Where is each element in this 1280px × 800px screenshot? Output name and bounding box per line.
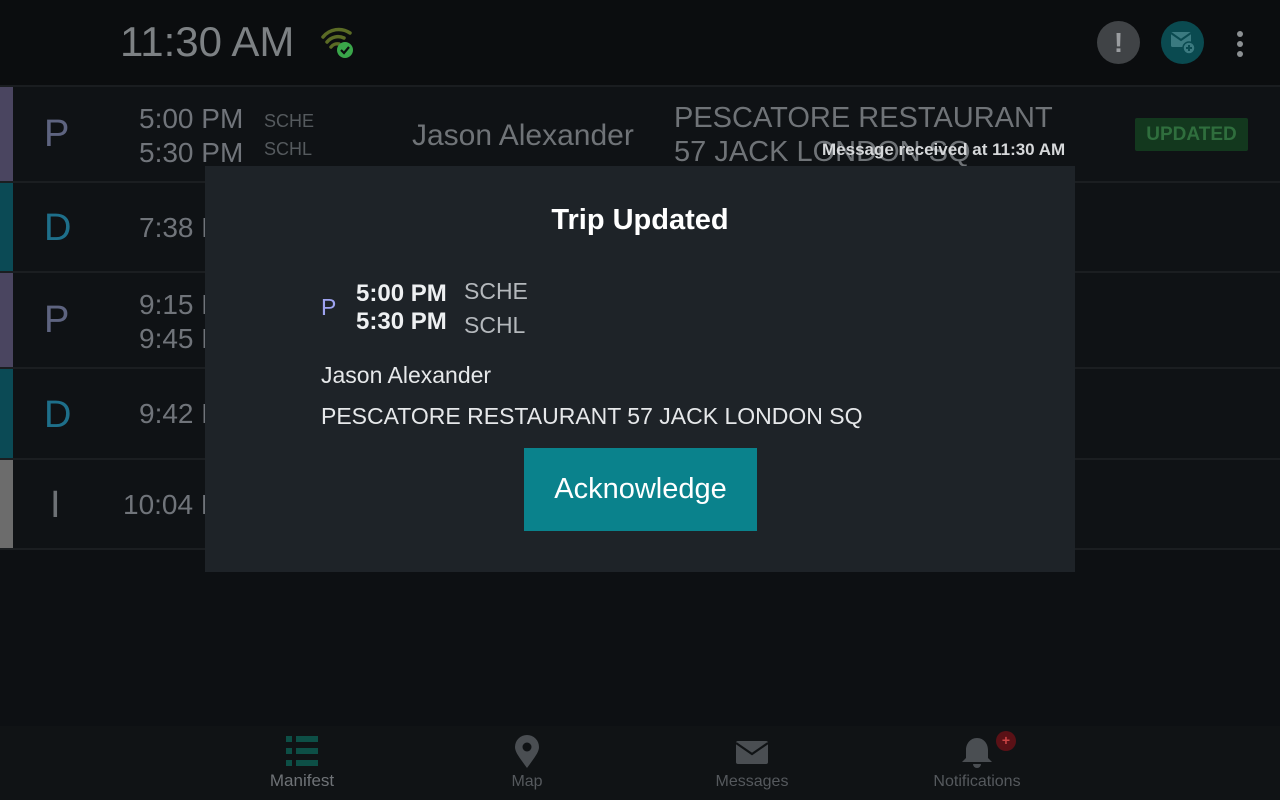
nav-label: Messages	[715, 773, 789, 790]
nav-label: Manifest	[269, 771, 335, 790]
dialog-trip-type: P	[321, 294, 337, 320]
nav-manifest[interactable]: Manifest	[222, 726, 382, 800]
trip-type-stripe	[0, 183, 13, 271]
dialog-time-start: 5:00 PM	[356, 280, 447, 307]
trip-updated-dialog: Trip Updated P 5:00 PM 5:30 PM SCHE SCHL…	[205, 166, 1075, 572]
envelope-icon	[735, 741, 769, 764]
nav-label: Notifications	[933, 773, 1021, 790]
dialog-address: PESCATORE RESTAURANT 57 JACK LONDON SQ	[321, 403, 863, 429]
mail-add-icon	[1170, 32, 1196, 55]
bell-icon	[962, 738, 992, 768]
wifi-connected-icon	[321, 27, 353, 58]
updated-badge: UPDATED	[1135, 118, 1248, 151]
list-icon	[286, 736, 318, 766]
trip-type-stripe	[0, 460, 13, 548]
acknowledge-button[interactable]: Acknowledge	[524, 448, 757, 531]
trip-type-stripe	[0, 273, 13, 367]
trip-type-letter: P	[44, 299, 70, 341]
trip-type-letter: P	[44, 113, 70, 155]
trip-type-letter: I	[50, 484, 61, 526]
nav-messages[interactable]: Messages	[672, 726, 832, 800]
trip-times: 5:00 PM 5:30 PM	[139, 103, 244, 168]
nav-label: Map	[511, 773, 543, 790]
dialog-code-end: SCHL	[464, 312, 526, 338]
more-options-icon[interactable]	[1228, 28, 1252, 58]
dialog-code-start: SCHE	[464, 278, 528, 304]
trip-type-stripe	[0, 87, 13, 181]
dialog-title: Trip Updated	[551, 204, 729, 236]
message-received-text: Message received at 11:30 AM	[822, 140, 1066, 159]
exclamation-icon: !	[1113, 27, 1124, 58]
alert-button[interactable]: !	[1097, 21, 1140, 64]
passenger-name: Jason Alexander	[412, 119, 634, 152]
dialog-time-end: 5:30 PM	[356, 308, 447, 335]
clock: 11:30 AM	[120, 18, 295, 65]
bottom-navigation: Manifest Map Messages Notifications	[0, 726, 1280, 800]
trip-codes: SCHE SCHL	[264, 111, 315, 159]
nav-notifications[interactable]: Notifications	[897, 726, 1057, 800]
map-pin-icon	[515, 735, 539, 768]
nav-map[interactable]: Map	[447, 726, 607, 800]
trip-type-letter: D	[44, 394, 72, 436]
trip-type-letter: D	[44, 207, 72, 249]
new-message-button[interactable]	[1161, 21, 1204, 64]
status-bar: 11:30 AM !	[0, 0, 1280, 87]
dialog-passenger-name: Jason Alexander	[321, 362, 492, 388]
notification-badge: +	[996, 731, 1016, 751]
trip-type-stripe	[0, 369, 13, 458]
